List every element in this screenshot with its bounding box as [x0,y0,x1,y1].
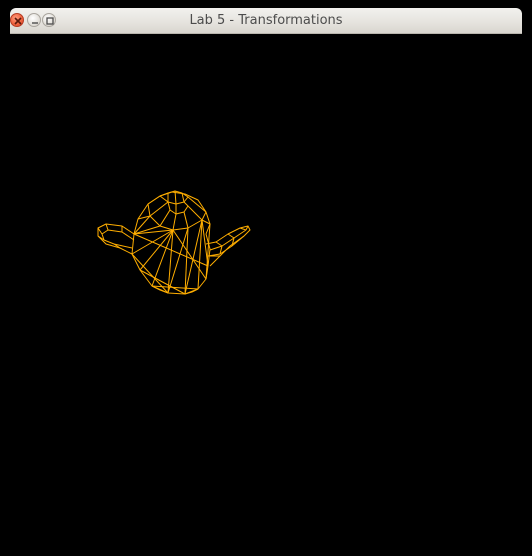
window-title: Lab 5 - Transformations [189,13,343,28]
gl-canvas[interactable] [10,34,522,556]
app-window: Lab 5 - Transformations [0,0,532,556]
teapot-wireframe [97,190,251,295]
title-bar[interactable]: Lab 5 - Transformations [10,8,522,34]
